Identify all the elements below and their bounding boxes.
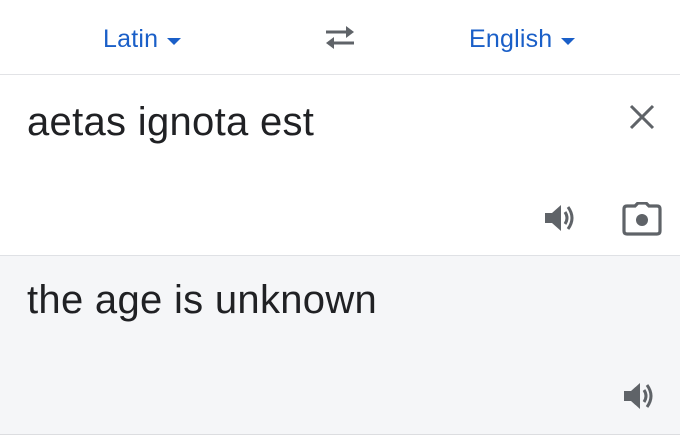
- listen-source-button[interactable]: [543, 202, 579, 234]
- source-language-label: Latin: [103, 24, 159, 53]
- target-language-label: English: [469, 24, 553, 53]
- camera-icon: [622, 202, 662, 236]
- swap-languages-button[interactable]: [322, 22, 358, 52]
- speaker-icon: [545, 205, 574, 231]
- close-icon: [629, 104, 655, 130]
- clear-input-button[interactable]: [626, 101, 658, 133]
- speaker-icon: [624, 383, 653, 409]
- caret-down-icon: [167, 37, 182, 45]
- source-input-panel[interactable]: aetas ignota est: [0, 75, 680, 256]
- translation-result-panel: the age is unknown: [0, 256, 680, 435]
- caret-down-icon: [561, 37, 576, 45]
- target-language-selector[interactable]: English: [469, 22, 576, 56]
- camera-translate-button[interactable]: [622, 202, 662, 236]
- bottom-divider-strip: [0, 435, 680, 447]
- translation-text: the age is unknown: [27, 278, 378, 322]
- language-bar: Latin English: [0, 0, 680, 75]
- source-text[interactable]: aetas ignota est: [27, 100, 314, 145]
- source-language-selector[interactable]: Latin: [103, 22, 182, 56]
- swap-arrows-icon: [326, 26, 354, 49]
- translate-app: Latin English aetas ignota est the age i…: [0, 0, 680, 447]
- listen-translation-button[interactable]: [622, 380, 658, 412]
